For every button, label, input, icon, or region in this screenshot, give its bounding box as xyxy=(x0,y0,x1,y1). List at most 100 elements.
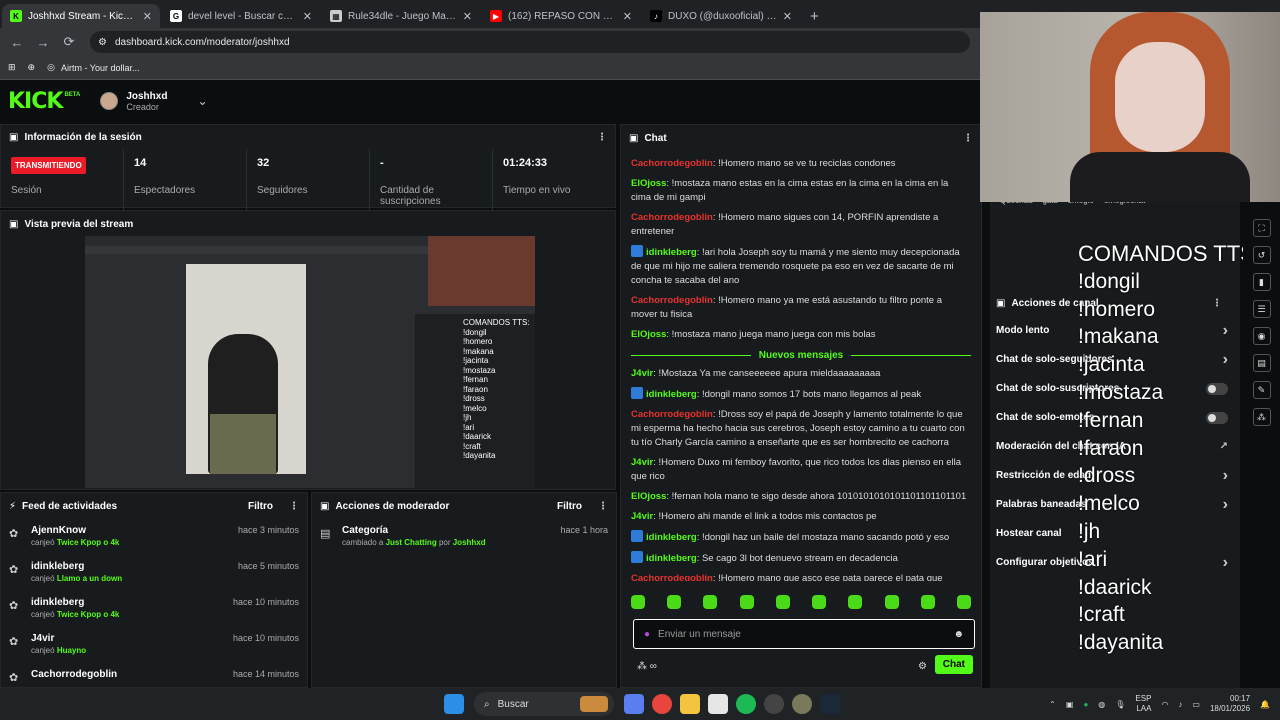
browser-tab[interactable]: Gdevel level - Buscar con Google ✕ xyxy=(162,4,320,28)
feed-user[interactable]: idinkleberg xyxy=(31,597,119,608)
more-options-icon[interactable]: ⋮ xyxy=(289,501,299,512)
edit-icon[interactable]: ✎ xyxy=(1252,381,1271,399)
filter-button[interactable]: Filtro xyxy=(248,501,273,512)
notification-icon[interactable]: 🔔 xyxy=(1260,700,1270,709)
reload-icon[interactable]: ⟳ xyxy=(58,31,80,53)
steam-icon[interactable] xyxy=(820,694,840,714)
battery-icon[interactable]: ▭ xyxy=(1192,700,1200,709)
emoji-icon[interactable]: ☻ xyxy=(953,629,964,640)
speaker-icon[interactable]: ♪ xyxy=(1178,700,1182,709)
filter-button[interactable]: Filtro xyxy=(557,501,582,512)
chevron-down-icon[interactable]: ⌄ xyxy=(197,94,207,108)
emote-icon[interactable] xyxy=(812,595,827,609)
url-input[interactable]: ⚙ dashboard.kick.com/moderator/joshhxd xyxy=(90,31,970,53)
chat-username[interactable]: idinkleberg xyxy=(646,247,697,258)
close-icon[interactable]: ✕ xyxy=(783,10,792,23)
stream-preview[interactable]: COMANDOS TTS: !dongil !homero !makana !jacin… xyxy=(85,236,535,488)
chat-input[interactable]: ● Enviar un mensaje ☻ xyxy=(633,619,975,649)
kick-logo[interactable]: KICK xyxy=(8,89,63,114)
more-options-icon[interactable]: ⋮ xyxy=(597,132,607,143)
user-menu[interactable]: Joshhxd Creador xyxy=(100,91,167,112)
chat-username[interactable]: ElOjoss xyxy=(631,329,666,340)
chat-username[interactable]: idinkleberg xyxy=(646,553,697,564)
chat-username[interactable]: Cachorrodegoblin xyxy=(631,573,713,581)
feed-user[interactable]: Cachorrodegoblin xyxy=(31,669,117,680)
chat-username[interactable]: Cachorrodegoblin xyxy=(631,295,713,306)
emote-icon[interactable] xyxy=(956,595,971,609)
browser-tab[interactable]: ▶ (162) REPASO CON MÚSICA - ✕ xyxy=(482,4,640,28)
forward-icon[interactable]: → xyxy=(32,31,54,53)
chat-username[interactable]: J4vir xyxy=(631,511,653,522)
language-indicator[interactable]: ESP LAA xyxy=(1135,694,1151,714)
emote-icon[interactable] xyxy=(739,595,754,609)
clip-icon[interactable]: ▮ xyxy=(1252,273,1271,291)
close-icon[interactable]: ✕ xyxy=(303,10,312,23)
file-explorer-icon[interactable] xyxy=(680,694,700,714)
feed-user[interactable]: AjennKnow xyxy=(31,525,119,536)
chat-username[interactable]: idinkleberg xyxy=(646,389,697,400)
chat-username[interactable]: Cachorrodegoblin xyxy=(631,212,713,223)
tray-network-icon[interactable]: ◍ xyxy=(1098,700,1105,709)
chat-username[interactable]: idinkleberg xyxy=(646,532,697,543)
stat-value: 01:24:33 xyxy=(503,157,548,169)
store-icon[interactable] xyxy=(708,694,728,714)
copilot-icon[interactable] xyxy=(624,694,644,714)
obs-icon[interactable] xyxy=(764,694,784,714)
infinity-icon[interactable]: ⁂ ∞ xyxy=(637,661,657,672)
mod-user-link[interactable]: Joshhxd xyxy=(453,538,486,547)
new-tab-icon[interactable]: + xyxy=(800,4,829,28)
emote-icon[interactable] xyxy=(884,595,899,609)
wifi-icon[interactable]: ◠ xyxy=(1161,700,1168,709)
chat-messages[interactable]: Cachorrodegoblin: !Homero mano se ve tu … xyxy=(621,151,981,581)
chat-username[interactable]: J4vir xyxy=(631,368,653,379)
feed-user[interactable]: J4vir xyxy=(31,633,86,644)
chrome-icon[interactable] xyxy=(652,694,672,714)
back-icon[interactable]: ← xyxy=(6,31,28,53)
windows-start-icon[interactable] xyxy=(444,694,464,714)
tray-app-icon[interactable]: ▣ xyxy=(1066,700,1074,709)
clock[interactable]: 00:17 18/01/2026 xyxy=(1210,694,1250,714)
chat-username[interactable]: ElOjoss xyxy=(631,178,666,189)
microphone-icon[interactable]: ● xyxy=(644,629,650,640)
apps-icon[interactable]: ⊞ xyxy=(8,62,16,73)
chat-icon[interactable]: ☰ xyxy=(1252,300,1271,318)
close-icon[interactable]: ✕ xyxy=(623,10,632,23)
feed-desc: canjeó Llamo a un down xyxy=(31,574,122,583)
emote-icon[interactable] xyxy=(703,595,718,609)
bookmark-airtm[interactable]: ◎ Airtm - Your dollar... xyxy=(47,62,139,73)
feed-user[interactable]: idinkleberg xyxy=(31,561,122,572)
more-options-icon[interactable]: ⋮ xyxy=(963,133,973,144)
layout-icon[interactable]: ▤ xyxy=(1252,354,1271,372)
tray-spotify-icon[interactable]: ● xyxy=(1083,700,1088,709)
emote-icon[interactable] xyxy=(667,595,682,609)
rewind-icon[interactable]: ↺ xyxy=(1252,246,1271,264)
browser-tab[interactable]: ♪ DUXO (@duxooficial) | TikTok ✕ xyxy=(642,4,800,28)
close-icon[interactable]: ✕ xyxy=(463,10,472,23)
spotify-icon[interactable] xyxy=(736,694,756,714)
emote-icon[interactable] xyxy=(848,595,863,609)
share-icon[interactable]: ⁂ xyxy=(1252,408,1271,426)
emote-icon[interactable] xyxy=(631,595,645,609)
app-icon[interactable] xyxy=(792,694,812,714)
emote-icon[interactable] xyxy=(920,595,935,609)
gear-icon[interactable]: ⚙ xyxy=(918,661,927,672)
category-link[interactable]: Just Chatting xyxy=(386,538,437,547)
broadcast-icon[interactable]: ◉ xyxy=(1252,327,1271,345)
chat-username[interactable]: Cachorrodegoblin xyxy=(631,158,713,169)
emote-icon[interactable] xyxy=(775,595,790,609)
tray-mic-icon[interactable]: 🎙 xyxy=(1115,700,1125,709)
new-messages-label: Nuevos mensajes xyxy=(758,350,844,361)
chat-username[interactable]: J4vir xyxy=(631,457,653,468)
expand-icon[interactable]: ⛶ xyxy=(1252,219,1271,237)
chat-username[interactable]: Cachorrodegoblin xyxy=(631,409,713,420)
browser-tab[interactable]: K Joshhxd Stream - Kick Dashboa ✕ xyxy=(2,4,160,28)
send-chat-button[interactable]: Chat xyxy=(934,655,973,674)
globe-icon[interactable]: ⊕ xyxy=(28,62,36,73)
close-icon[interactable]: ✕ xyxy=(143,10,152,23)
more-options-icon[interactable]: ⋮ xyxy=(598,501,608,512)
browser-tab[interactable]: ▦ Rule34dle - Juego Mayor o Me ✕ xyxy=(322,4,480,28)
site-info-icon[interactable]: ⚙ xyxy=(98,37,107,48)
chat-username[interactable]: ElOjoss xyxy=(631,491,666,502)
chevron-up-icon[interactable]: ⌃ xyxy=(1049,700,1056,709)
taskbar-search[interactable]: ⌕ Buscar xyxy=(474,692,614,716)
